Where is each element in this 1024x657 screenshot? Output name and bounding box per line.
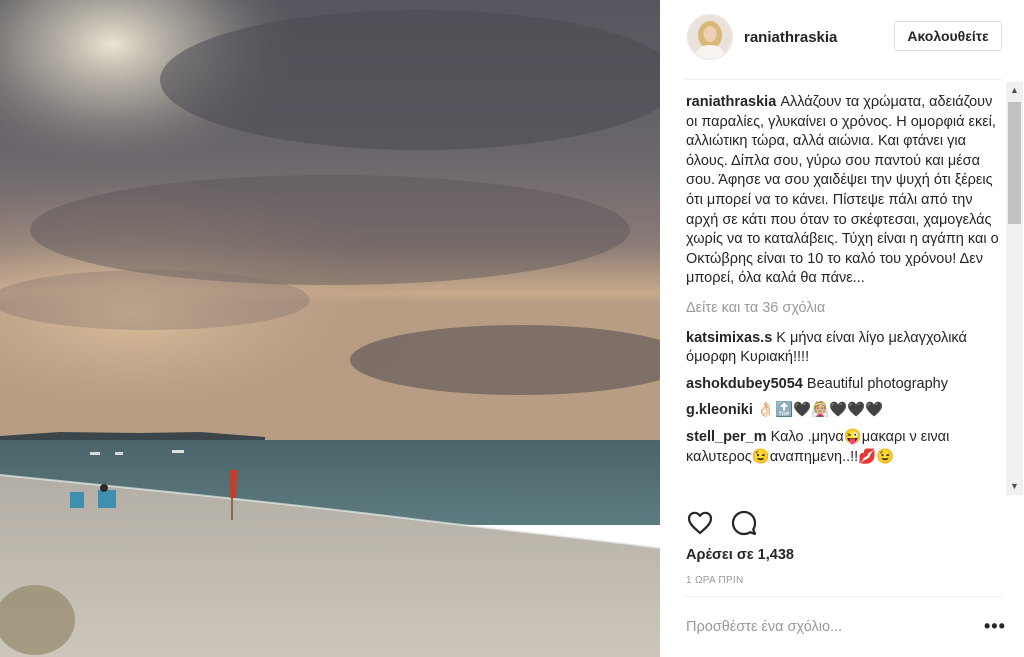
view-all-comments-link[interactable]: Δείτε και τα 36 σχόλια [686, 299, 1004, 319]
comment-text: 👌🏻🔝🖤👰🏼🖤🖤🖤 [756, 402, 884, 419]
header-username[interactable]: raniathraskia [744, 29, 837, 46]
scroll-down-arrow-icon[interactable]: ▼ [1006, 478, 1023, 495]
post-photo[interactable] [0, 0, 660, 657]
caption-text: Αλλάζουν τα χρώματα, αδειάζουν οι παραλί… [686, 94, 999, 287]
comment-item: katsimixas.s Κ μήνα είναι λίγο μελαγχολι… [686, 329, 1004, 368]
post-header: raniathraskia Ακολουθείτε [660, 0, 1024, 76]
post-timestamp: 1 ΩΡΑ ΠΡΙΝ [686, 575, 744, 586]
post-details-panel: raniathraskia Ακολουθείτε raniathraskia … [660, 0, 1024, 657]
heart-icon[interactable] [686, 509, 714, 542]
comments-scrollbar[interactable]: ▲ ▼ [1006, 82, 1023, 495]
divider [684, 596, 1002, 597]
comments-list: raniathraskia Αλλάζουν τα χρώματα, αδειά… [686, 86, 1004, 496]
comment-item: stell_per_m Καλο .μηνα😜μακαρι ν ειναι κα… [686, 428, 1004, 467]
comment-username[interactable]: katsimixas.s [686, 330, 772, 346]
comment-item: g.kleoniki 👌🏻🔝🖤👰🏼🖤🖤🖤 [686, 401, 1004, 421]
divider [684, 79, 1002, 80]
comment-username[interactable]: stell_per_m [686, 429, 767, 445]
likes-count[interactable]: Αρέσει σε 1,438 [686, 547, 794, 563]
more-options-icon[interactable]: ••• [984, 616, 1006, 637]
caption: raniathraskia Αλλάζουν τα χρώματα, αδειά… [686, 93, 1004, 289]
avatar[interactable] [687, 14, 733, 60]
add-comment-input[interactable] [686, 612, 966, 642]
comment-item: ashokdubey5054 Beautiful photography [686, 375, 1004, 395]
beach-photo-image [0, 0, 660, 657]
scrollbar-thumb[interactable] [1008, 102, 1021, 224]
comment-bubble-icon[interactable] [730, 509, 758, 542]
scroll-up-arrow-icon[interactable]: ▲ [1006, 82, 1023, 99]
comment-username[interactable]: ashokdubey5054 [686, 376, 803, 392]
comment-text: Beautiful photography [806, 375, 948, 392]
following-button[interactable]: Ακολουθείτε [894, 21, 1002, 51]
comment-username[interactable]: g.kleoniki [686, 402, 753, 418]
caption-username[interactable]: raniathraskia [686, 94, 776, 110]
